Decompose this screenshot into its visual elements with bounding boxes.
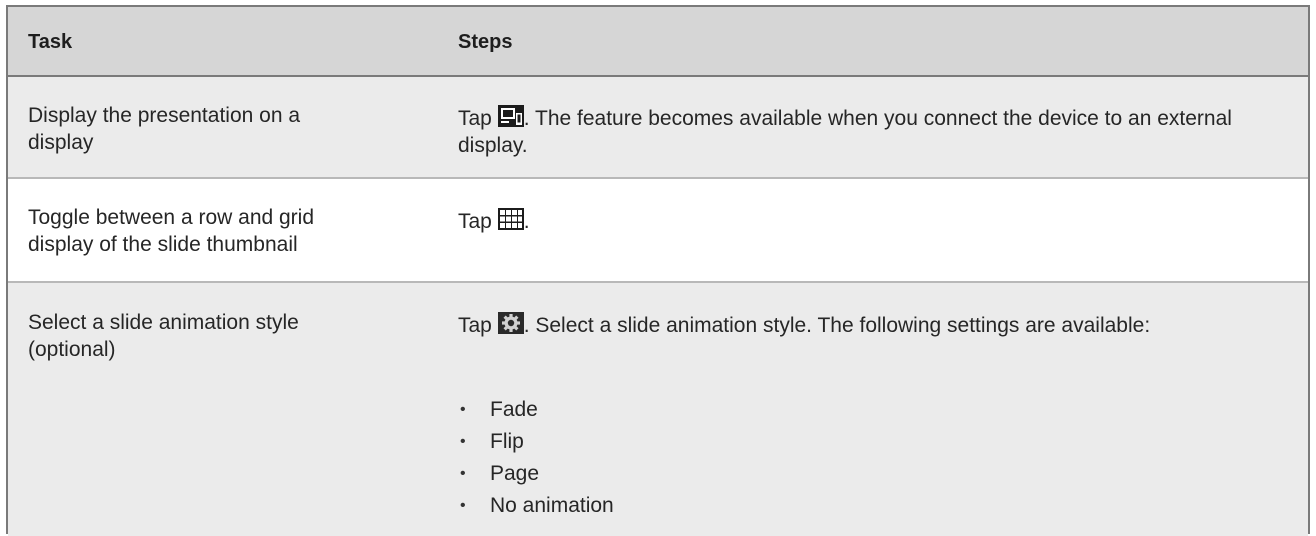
steps-cell: Tap . Select a slide animation style. Th… (442, 283, 1308, 536)
option-label: Page (490, 462, 540, 485)
steps-text: Tap . Select a slide animation style. Th… (458, 312, 1298, 339)
list-item: • Page (458, 458, 614, 490)
bullet-icon: • (460, 497, 466, 514)
steps-suffix: . (523, 210, 530, 233)
option-label: Fade (490, 398, 538, 421)
external-display-icon (497, 105, 524, 127)
steps-prefix: Tap (458, 314, 492, 337)
header-steps-label: Steps (458, 31, 513, 53)
task-cell: Toggle between a row and grid display of… (8, 179, 442, 281)
option-label: Flip (490, 430, 524, 453)
table-header-row: Task Steps (8, 7, 1308, 77)
animation-options-list: • Fade • Flip • Page • No animation (458, 394, 614, 522)
steps-cell: Tap . The feature becomes available when… (442, 77, 1308, 177)
header-cell-task: Task (8, 7, 442, 75)
list-item: • Fade (458, 394, 614, 426)
task-text: Select a slide animation style (optional… (28, 311, 299, 361)
table-row: Toggle between a row and grid display of… (8, 179, 1308, 283)
bullet-icon: • (460, 401, 466, 418)
task-cell: Select a slide animation style (optional… (8, 283, 442, 536)
task-steps-table: Task Steps Display the presentation on a… (6, 5, 1310, 536)
grid-view-icon (497, 208, 524, 230)
bullet-icon: • (460, 433, 466, 450)
steps-suffix: . The feature becomes available when you… (458, 107, 1232, 157)
option-label: No animation (490, 494, 614, 517)
header-task-label: Task (28, 31, 73, 53)
steps-text: Tap . The feature becomes available when… (458, 105, 1298, 159)
header-cell-steps: Steps (442, 7, 1308, 75)
steps-text: Tap . (458, 208, 530, 235)
steps-prefix: Tap (458, 210, 492, 233)
bullet-icon: • (460, 465, 466, 482)
task-text: Toggle between a row and grid display of… (28, 206, 315, 256)
settings-gear-icon (497, 312, 524, 334)
table-row: Display the presentation on a display Ta… (8, 77, 1308, 179)
steps-suffix: . Select a slide animation style. The fo… (523, 314, 1151, 337)
task-text: Display the presentation on a display (28, 104, 301, 154)
steps-prefix: Tap (458, 107, 492, 130)
table-row: Select a slide animation style (optional… (8, 283, 1308, 536)
steps-cell: Tap . (442, 179, 1308, 281)
list-item: • No animation (458, 490, 614, 522)
task-cell: Display the presentation on a display (8, 77, 442, 177)
list-item: • Flip (458, 426, 614, 458)
